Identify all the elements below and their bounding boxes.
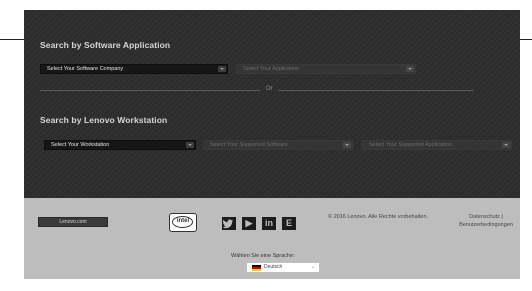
youtube-glyph: ▶ (245, 218, 253, 228)
language-select[interactable]: Deutsch ⌄ (246, 262, 320, 273)
chevron-down-icon (406, 66, 414, 72)
software-search-heading: Search by Software Application (40, 40, 171, 50)
application-select-label: Select Your Application (243, 66, 299, 72)
legal-links: Datenschutz | Benutzerbedingungen (454, 213, 518, 229)
chevron-down-icon (502, 142, 510, 148)
linkedin-glyph: in (265, 218, 273, 228)
search-panel: Search by Software Application Select Yo… (24, 10, 520, 198)
social-glyph: E (285, 218, 292, 228)
software-company-select-label: Select Your Software Company (47, 66, 124, 72)
supported-application-select-label: Select Your Supported Application (369, 142, 452, 148)
chevron-down-icon (343, 142, 351, 148)
right-divider-line (518, 39, 532, 40)
chevron-down-icon: ⌄ (310, 264, 315, 270)
german-flag-icon (252, 265, 261, 271)
footer: Lenovo.com intel ▶ in E © 2016 Lenovo. A… (24, 198, 520, 279)
language-select-value: Deutsch (264, 264, 283, 270)
language-label: Wählen Sie eine Sprache: (231, 253, 295, 259)
workstation-select-label: Select Your Workstation (51, 142, 110, 148)
twitter-bird-glyph (222, 219, 234, 229)
supported-software-select[interactable]: Select Your Supported Software (203, 140, 353, 150)
linkedin-icon[interactable]: in (262, 217, 276, 230)
supported-application-select[interactable]: Select Your Supported Application (362, 140, 512, 150)
intel-logo-text: intel (176, 218, 190, 224)
privacy-link[interactable]: Datenschutz | (454, 213, 518, 221)
copyright-text: © 2016 Lenovo. Alle Rechte vorbehalten. (328, 214, 429, 220)
twitter-icon[interactable] (222, 217, 236, 230)
intel-logo: intel (169, 213, 197, 232)
application-select[interactable]: Select Your Application (236, 64, 416, 74)
lenovo-com-button[interactable]: Lenovo.com (38, 217, 108, 227)
chevron-down-icon (186, 142, 194, 148)
chevron-down-icon (218, 66, 226, 72)
or-divider-right (278, 90, 474, 91)
or-divider-label: Or (266, 86, 273, 92)
workstation-search-heading: Search by Lenovo Workstation (40, 115, 168, 125)
social-icon[interactable]: E (282, 217, 296, 230)
workstation-select[interactable]: Select Your Workstation (44, 140, 196, 150)
terms-link[interactable]: Benutzerbedingungen (454, 221, 518, 229)
or-divider-left (40, 90, 260, 91)
youtube-icon[interactable]: ▶ (242, 217, 256, 230)
supported-software-select-label: Select Your Supported Software (210, 142, 288, 148)
software-company-select[interactable]: Select Your Software Company (40, 64, 228, 74)
